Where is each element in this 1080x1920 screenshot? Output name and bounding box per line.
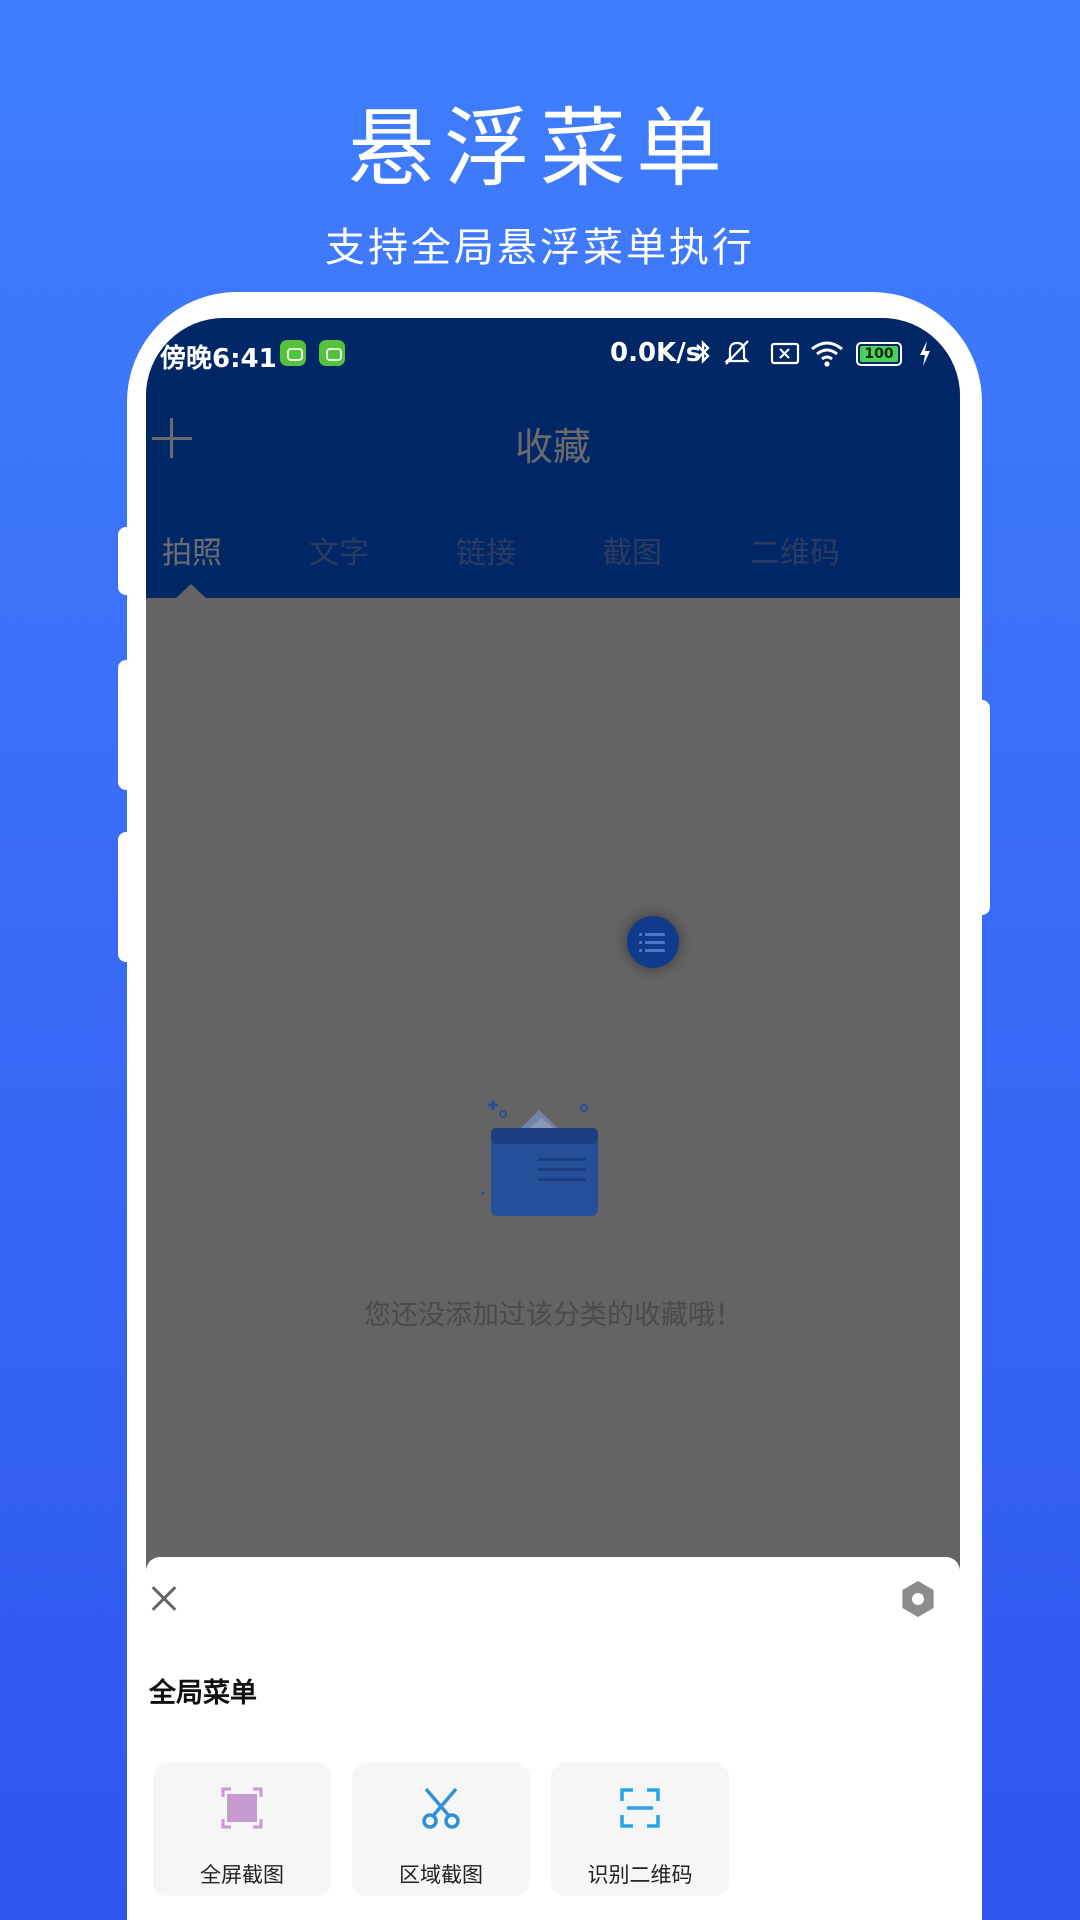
scan-qrcode-button[interactable]: 识别二维码 [551,1763,729,1896]
bluetooth-icon [696,340,710,364]
battery-icon: 100 [856,342,902,366]
mute-bell-icon [724,340,750,365]
fullscreen-screenshot-icon [221,1787,263,1829]
sheet-title: 全局菜单 [149,1678,257,1709]
tab-text[interactable]: 文字 [309,528,369,572]
action-label: 全屏截图 [200,1863,284,1887]
floating-menu-button[interactable] [627,916,679,968]
network-speed: 0.0K/s [610,338,702,368]
app-notification-icon [280,340,306,366]
global-menu-sheet: 全局菜单 全屏截图 区域截图 识别二维码 [146,1557,960,1920]
tab-qrcode[interactable]: 二维码 [750,528,840,572]
action-label: 识别二维码 [587,1863,693,1887]
promo-headline: 悬浮菜单 [348,99,732,199]
category-tabs: 拍照 文字 链接 截图 二维码 [146,528,960,588]
promo-subline: 支持全局悬浮菜单执行 [325,225,755,271]
battery-level: 100 [860,346,898,362]
wifi-icon [811,341,843,367]
app-notification-icon [319,340,345,366]
tab-screenshot[interactable]: 截图 [602,528,662,572]
scan-qrcode-icon [620,1788,660,1828]
status-time: 傍晚6:41 [160,344,277,374]
sim-icon [770,342,800,365]
status-bar: 傍晚6:41 0.0K/s 100 [146,336,960,376]
close-icon[interactable] [146,1581,182,1617]
page-title: 收藏 [514,425,591,469]
tab-link[interactable]: 链接 [456,528,516,572]
tab-photo[interactable]: 拍照 [162,528,222,572]
empty-state-message: 您还没添加过该分类的收藏哦！ [364,1300,742,1331]
scissors-icon [422,1787,460,1829]
empty-folder-icon [481,1100,598,1216]
action-label: 区域截图 [399,1863,483,1887]
area-screenshot-button[interactable]: 区域截图 [352,1763,530,1896]
app-header: 傍晚6:41 0.0K/s 100 收藏 拍照 文字 链接 截图 二维码 [146,318,960,598]
settings-icon[interactable] [898,1579,938,1619]
tab-indicator [176,584,206,598]
charging-icon [920,341,930,366]
fullscreen-screenshot-button[interactable]: 全屏截图 [153,1763,331,1896]
